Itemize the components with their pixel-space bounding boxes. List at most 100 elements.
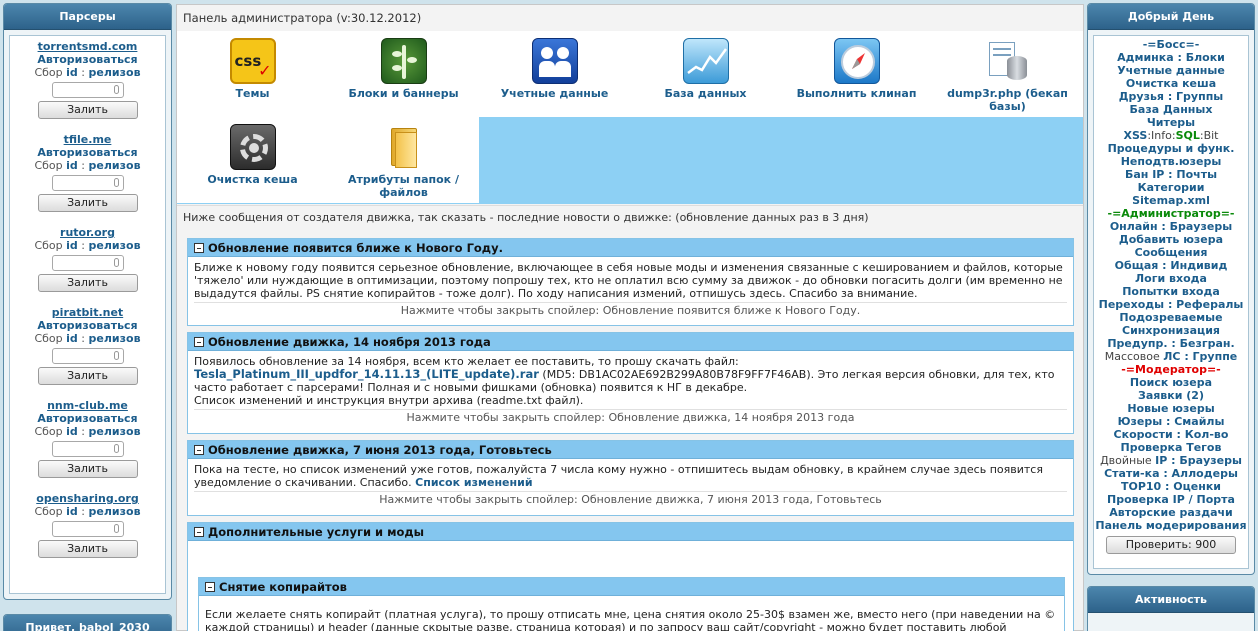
check-button[interactable]: Проверить: 900	[1106, 536, 1236, 554]
upload-button[interactable]: Залить	[37, 101, 138, 119]
microphone-icon[interactable]	[113, 351, 119, 360]
parser-item: torrentsmd.com Авторизоваться Сбор id : ре…	[10, 36, 165, 129]
menu-link[interactable]: Заявки (2)	[1094, 389, 1248, 402]
spoiler-header[interactable]: Снятие копирайтов	[199, 578, 1064, 596]
parser-site-link[interactable]: rutor.org	[10, 226, 165, 239]
menu-link[interactable]: Бан IP : Почты	[1094, 168, 1248, 181]
tile-clear-cache[interactable]: Очистка кеша	[177, 117, 328, 203]
tile-themes[interactable]: css ✓ Темы	[177, 31, 328, 117]
collapse-icon[interactable]	[194, 337, 204, 347]
collapse-icon[interactable]	[205, 582, 215, 592]
collapse-icon[interactable]	[194, 243, 204, 253]
menu-link[interactable]: TOP10 : Оценки	[1094, 480, 1248, 493]
menu-link[interactable]: Процедуры и функ.	[1094, 142, 1248, 155]
parser-auth-link[interactable]: Авторизоваться	[10, 146, 165, 159]
parser-item: piratbit.net Авторизоваться Сбор id : рели…	[10, 302, 165, 395]
upload-button[interactable]: Залить	[37, 274, 138, 292]
parser-site-link[interactable]: nnm-club.me	[10, 399, 165, 412]
microphone-icon[interactable]	[113, 178, 119, 187]
tile-database[interactable]: База данных	[630, 31, 781, 117]
menu-link[interactable]: Юзеры : Смайлы	[1094, 415, 1248, 428]
microphone-icon[interactable]	[113, 524, 119, 533]
parser-id-input[interactable]	[51, 255, 124, 271]
parser-id-input[interactable]	[51, 348, 124, 364]
menu-link[interactable]: Читеры	[1094, 116, 1248, 129]
spoiler-close[interactable]: Нажмите чтобы закрыть спойлер: Обновлени…	[194, 491, 1067, 508]
parser-auth-link[interactable]: Авторизоваться	[10, 53, 165, 66]
collapse-icon[interactable]	[194, 445, 204, 455]
menu-link[interactable]: Учетные данные	[1094, 64, 1248, 77]
menu-link[interactable]: Категории	[1094, 181, 1248, 194]
menu-link[interactable]: Неподтв.юзеры	[1094, 155, 1248, 168]
menu-link[interactable]: Онлайн : Браузеры	[1094, 220, 1248, 233]
parser-id-input[interactable]	[51, 521, 124, 537]
spoiler-header[interactable]: Обновление движка, 14 ноября 2013 года	[188, 333, 1073, 351]
activity-title: Активность	[1088, 587, 1254, 613]
menu-link[interactable]: Sitemap.xml	[1094, 194, 1248, 207]
spoiler-header[interactable]: Обновление появится ближе к Нового Году.	[188, 239, 1073, 257]
tile-blocks-banners[interactable]: Блоки и баннеры	[328, 31, 479, 117]
tile-folder-attributes[interactable]: Атрибуты папок / файлов	[328, 117, 479, 203]
menu-link[interactable]: Поиск юзера	[1094, 376, 1248, 389]
menu-link[interactable]: Переходы : Рефералы	[1094, 298, 1248, 311]
microphone-icon[interactable]	[113, 85, 119, 94]
menu-link[interactable]: Логи входа	[1094, 272, 1248, 285]
menu-link-mass-pm[interactable]: Массовое ЛС : Группе	[1094, 350, 1248, 363]
changes-link[interactable]: Список изменений	[415, 476, 532, 489]
upload-button[interactable]: Залить	[37, 460, 138, 478]
download-link[interactable]: Tesla_Platinum_III_updfor_14.11.13_(LITE…	[194, 367, 539, 381]
menu-link[interactable]: Общая : Индивид	[1094, 259, 1248, 272]
parser-id-input[interactable]	[51, 175, 124, 191]
spoiler-header[interactable]: Дополнительные услуги и моды	[188, 523, 1073, 541]
parser-id-label: Сбор id : релизов	[34, 66, 141, 79]
menu-link[interactable]: Подозреваемые	[1094, 311, 1248, 324]
menu-link[interactable]: Админка : Блоки	[1094, 51, 1248, 64]
parser-auth-link[interactable]: Авторизоваться	[10, 319, 165, 332]
microphone-icon[interactable]	[113, 258, 119, 267]
menu-link[interactable]: Стати-ка : Аллодеры	[1094, 467, 1248, 480]
news-text: Ближе к новому году появится серьезное о…	[194, 261, 1063, 300]
compass-icon	[833, 38, 880, 84]
menu-link[interactable]: Предупр. : Безгран.	[1094, 337, 1248, 350]
menu-link[interactable]: Синхронизация	[1094, 324, 1248, 337]
parser-site-link[interactable]: tfile.me	[10, 133, 165, 146]
upload-button[interactable]: Залить	[37, 194, 138, 212]
parser-auth-link[interactable]: Авторизоваться	[10, 412, 165, 425]
menu-link[interactable]: Проверка IP / Порта	[1094, 493, 1248, 506]
spoiler-header[interactable]: Обновление движка, 7 июня 2013 года, Гот…	[188, 441, 1073, 459]
spoiler-close[interactable]: Нажмите чтобы закрыть спойлер: Обновлени…	[194, 302, 1067, 319]
tile-cleanup[interactable]: Выполнить клинап	[781, 31, 932, 117]
menu-link[interactable]: Авторские раздачи	[1094, 506, 1248, 519]
collapse-icon[interactable]	[194, 527, 204, 537]
tile-credentials[interactable]: Учетные данные	[479, 31, 630, 117]
menu-link[interactable]: Сообщения	[1094, 246, 1248, 259]
parser-site-link[interactable]: piratbit.net	[10, 306, 165, 319]
section-boss: -=Босс=-	[1142, 38, 1200, 51]
parser-site-link[interactable]: opensharing.org	[10, 492, 165, 505]
parser-id-input[interactable]	[51, 441, 124, 457]
menu-link[interactable]: Панель модерирования	[1094, 519, 1248, 532]
menu-link[interactable]: Очистка кеша	[1094, 77, 1248, 90]
news-text: Появилось обновление за 14 ноября, всем …	[194, 355, 1055, 407]
menu-link-dual-ip[interactable]: Двойные IP : Браузеры	[1094, 454, 1248, 467]
menu-link[interactable]: Скорости : Кол-во	[1094, 428, 1248, 441]
tile-dump[interactable]: dump3r.php (бекап базы)	[932, 31, 1083, 117]
chart-icon	[682, 38, 729, 84]
parser-item: tfile.me Авторизоваться Сбор id : релизов З…	[10, 129, 165, 222]
parser-id-input[interactable]	[51, 82, 124, 98]
menu-link[interactable]: База Данных	[1094, 103, 1248, 116]
upload-button[interactable]: Залить	[37, 367, 138, 385]
menu-link[interactable]: Попытки входа	[1094, 285, 1248, 298]
menu-link[interactable]: Добавить юзера	[1094, 233, 1248, 246]
news-item: Обновление появится ближе к Нового Году.…	[187, 238, 1074, 326]
menu-link[interactable]: Проверка Тегов	[1094, 441, 1248, 454]
parser-id-label: Сбор id : релизов	[34, 332, 141, 345]
spoiler-close[interactable]: Нажмите чтобы закрыть спойлер: Обновлени…	[194, 409, 1067, 426]
microphone-icon[interactable]	[113, 444, 119, 453]
parser-site-link[interactable]: torrentsmd.com	[10, 40, 165, 53]
menu-link-xss[interactable]: XSS:Info:SQL:Bit	[1094, 129, 1248, 142]
gear-icon	[229, 124, 276, 170]
upload-button[interactable]: Залить	[37, 540, 138, 558]
menu-link[interactable]: Друзья : Группы	[1094, 90, 1248, 103]
menu-link[interactable]: Новые юзеры	[1094, 402, 1248, 415]
